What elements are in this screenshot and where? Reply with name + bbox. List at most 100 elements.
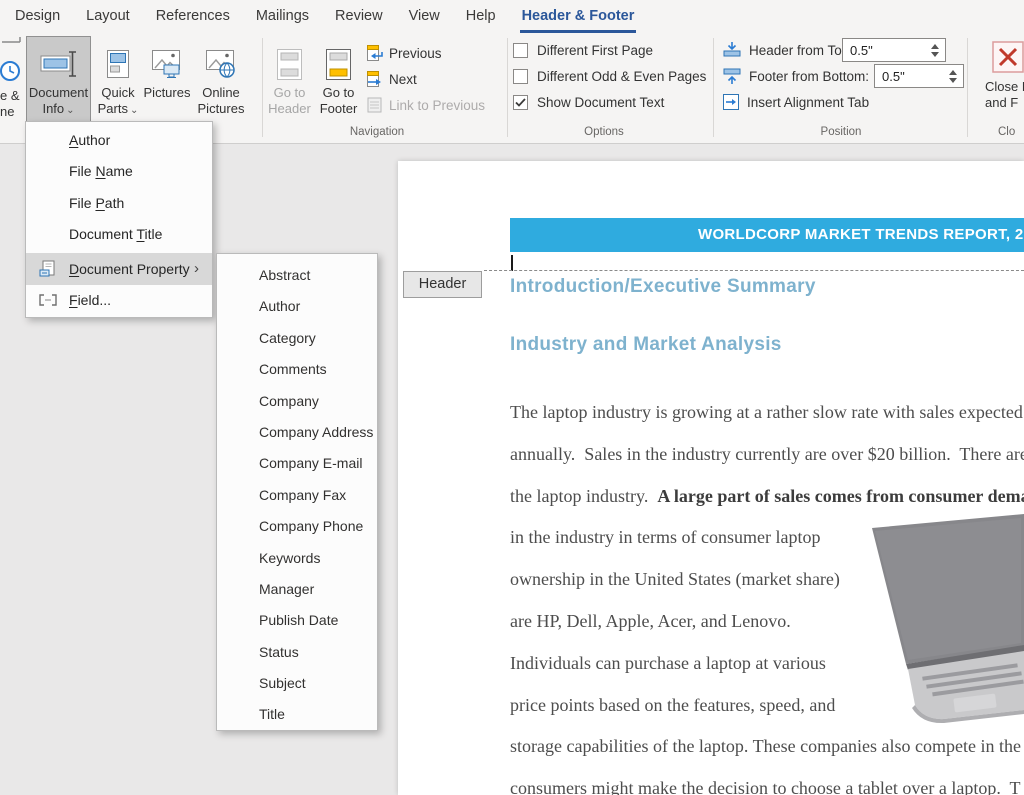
go-to-footer-label-1: Go to [323,85,355,101]
menu-item-label: Document Property [69,261,194,277]
laptop-photo [862,512,1024,730]
submenu-item-abstract[interactable]: Abstract [217,260,377,291]
tab-view[interactable]: View [396,0,453,33]
menu-item-document-title[interactable]: Document Title [26,219,212,251]
spinner[interactable] [925,39,945,61]
spinner-down-icon[interactable] [949,78,957,83]
group-separator [262,38,263,137]
body-text-line: annually. Sales in the industry currentl… [510,444,1024,464]
menu-item-label: Field... [69,292,194,308]
word-window: DesignLayoutReferencesMailingsReviewView… [0,0,1024,795]
tab-help[interactable]: Help [453,0,509,33]
menu-item-file-name[interactable]: File Name [26,156,212,188]
submenu-item-manager[interactable]: Manager [217,574,377,605]
tab-mailings[interactable]: Mailings [243,0,322,33]
footer-from-bottom-value: 0.5" [875,69,943,84]
submenu-arrow-icon: › [194,260,212,277]
insert-alignment-tab-button[interactable]: Insert Alignment Tab [722,91,869,113]
submenu-item-comments[interactable]: Comments [217,354,377,385]
menu-item-field[interactable]: Field... [26,285,212,317]
submenu-item-company[interactable]: Company [217,386,377,417]
menu-item-document-property[interactable]: Document Property› [26,253,212,285]
checkbox-unchecked-icon [513,69,528,84]
document-info-icon [39,43,79,85]
tab-layout[interactable]: Layout [73,0,143,33]
go-to-header-button[interactable]: Go to Header [266,36,313,122]
close-header-footer-button[interactable]: Close H and F [975,36,1024,122]
calendar-icon [0,36,24,56]
document-page[interactable]: WORLDCORP MARKET TRENDS REPORT, 2022 Hea… [398,161,1024,795]
group-separator [713,38,714,137]
insert-alignment-tab-label: Insert Alignment Tab [747,95,869,110]
tab-references[interactable]: References [143,0,243,33]
document-property-submenu: AbstractAuthorCategoryCommentsCompanyCom… [216,253,378,731]
dropdown-caret-icon: ⌄ [130,105,138,116]
online-pictures-button[interactable]: Online Pictures [193,36,249,122]
doc-heading-industry: Industry and Market Analysis [510,334,782,356]
next-icon [366,70,384,88]
submenu-item-subject[interactable]: Subject [217,668,377,699]
spinner-up-icon[interactable] [931,44,939,49]
dropdown-caret-icon: ⌄ [66,105,74,116]
document-info-menu: Author File NameFile Path Document Title D… [25,121,213,318]
date-time-label-partial-2: ne [0,104,24,120]
close-group-label: Clo [998,126,1015,138]
go-to-header-label-1: Go to [274,85,306,101]
quick-parts-button[interactable]: Quick Parts⌄ [95,36,141,122]
body-text-line: consumers might make the decision to cho… [510,778,1024,795]
menu-item-label: Author [69,132,194,148]
submenu-item-title[interactable]: Title [217,699,377,730]
previous-button[interactable]: Previous [366,41,442,65]
submenu-item-status[interactable]: Status [217,637,377,668]
quick-parts-label-2: Parts [98,101,128,116]
footer-from-bottom-row: Footer from Bottom: [722,65,869,87]
online-pictures-label-2: Pictures [198,101,245,117]
quick-parts-icon [106,43,130,85]
submenu-item-keywords[interactable]: Keywords [217,543,377,574]
menu-item-file-path[interactable]: File Path [26,187,212,219]
header-from-top-label: Header from Top: [749,43,853,58]
spinner[interactable] [943,65,963,87]
submenu-item-company-e-mail[interactable]: Company E-mail [217,448,377,479]
submenu-item-company-phone[interactable]: Company Phone [217,511,377,542]
tab-review[interactable]: Review [322,0,396,33]
text-cursor [511,255,513,271]
different-odd-even-checkbox[interactable]: Different Odd & Even Pages [513,66,706,86]
quick-parts-label-1: Quick [101,85,134,101]
insert-alignment-tab-icon [722,93,740,111]
different-odd-even-label: Different Odd & Even Pages [537,69,706,84]
submenu-item-company-address[interactable]: Company Address [217,417,377,448]
date-time-label-partial-1: e & [0,88,24,104]
close-header-footer-label-2: and F [985,95,1024,111]
document-info-button[interactable]: Document Info⌄ [26,36,91,122]
go-to-footer-button[interactable]: Go to Footer [315,36,362,122]
go-to-header-label-2: Header [268,101,311,117]
date-time-button-partial[interactable]: e & ne [0,36,24,122]
show-document-text-checkbox[interactable]: Show Document Text [513,92,664,112]
body-text-line: The laptop industry is growing at a rath… [510,402,1024,422]
pictures-icon [151,43,183,85]
different-first-page-checkbox[interactable]: Different First Page [513,40,653,60]
submenu-item-publish-date[interactable]: Publish Date [217,605,377,636]
header-boundary-line [484,270,1024,271]
menu-item-label: Document Title [69,226,194,242]
footer-from-bottom-input[interactable]: 0.5" [874,64,964,88]
tab-header-footer[interactable]: Header & Footer [509,0,648,33]
link-to-previous-button[interactable]: Link to Previous [366,93,485,117]
tab-design[interactable]: Design [2,0,73,33]
pictures-button[interactable]: Pictures [143,36,191,122]
document-property-icon [26,260,69,278]
go-to-header-icon [276,43,303,85]
next-button[interactable]: Next [366,67,417,91]
menu-item-author[interactable]: Author [26,124,212,156]
submenu-item-category[interactable]: Category [217,323,377,354]
previous-icon [366,44,384,62]
checkbox-checked-icon [513,95,528,110]
spinner-up-icon[interactable] [949,70,957,75]
spinner-down-icon[interactable] [931,52,939,57]
header-from-top-input[interactable]: 0.5" [842,38,946,62]
submenu-item-author[interactable]: Author [217,291,377,322]
submenu-item-company-fax[interactable]: Company Fax [217,480,377,511]
body-text-line: storage capabilities of the laptop. Thes… [510,736,1024,756]
clock-icon [0,59,24,85]
